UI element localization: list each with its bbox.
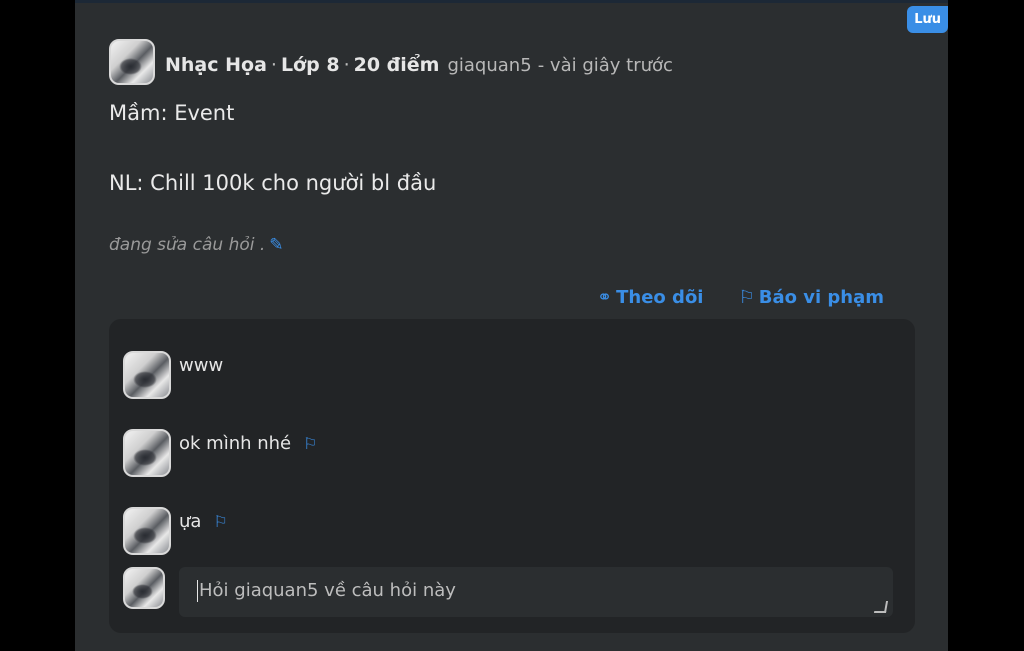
- post-time: - vài giây trước: [537, 55, 673, 76]
- commenter-avatar[interactable]: [123, 351, 171, 399]
- commenter-avatar[interactable]: [123, 507, 171, 555]
- points-label: 20 điểm: [353, 54, 440, 76]
- current-user-avatar: [123, 567, 165, 609]
- username[interactable]: giaquan5: [447, 55, 531, 76]
- comments-section: www ok mình nhé ⚐ ựa ⚐ Hỏi giaquan5 về câu…: [109, 319, 915, 633]
- comment-text: ok mình nhé: [179, 433, 292, 454]
- question-card: Lưu Nhạc Họa · Lớp 8 · 20 điểm giaquan5 - vài…: [75, 0, 948, 651]
- report-flag-icon[interactable]: ⚐: [213, 512, 227, 531]
- grade-label: Lớp 8: [280, 54, 340, 76]
- author-avatar[interactable]: [109, 39, 155, 85]
- post-line-1: Mầm: Event: [109, 101, 235, 125]
- resize-handle-icon[interactable]: [873, 601, 889, 613]
- commenter-avatar[interactable]: [123, 429, 171, 477]
- post-meta: Nhạc Họa · Lớp 8 · 20 điểm giaquan5 - vài giâ…: [165, 54, 673, 76]
- separator-dot: ·: [270, 54, 277, 76]
- follow-label: Theo dõi: [616, 287, 704, 308]
- comment-text: ựa: [179, 511, 202, 532]
- follow-icon: ⚭: [597, 287, 613, 308]
- author-name[interactable]: Nhạc Họa: [165, 54, 267, 76]
- follow-button[interactable]: ⚭ Theo dõi: [597, 287, 703, 308]
- reply-placeholder: Hỏi giaquan5 về câu hỏi này: [199, 580, 456, 601]
- report-flag-icon[interactable]: ⚐: [303, 434, 317, 453]
- editing-note: đang sửa câu hỏi .: [109, 235, 266, 255]
- post-line-2: NL: Chill 100k cho người bl đầu: [109, 171, 437, 195]
- separator-dot: ·: [343, 54, 350, 76]
- editing-status: đang sửa câu hỏi . ✎: [109, 235, 284, 255]
- post-actions: ⚭ Theo dõi ⚐ Báo vi phạm: [567, 287, 884, 308]
- comment-text: www: [179, 355, 224, 376]
- text-caret: [197, 580, 198, 602]
- flag-icon: ⚐: [738, 287, 755, 308]
- save-badge[interactable]: Lưu: [907, 6, 948, 33]
- report-label: Báo vi phạm: [758, 287, 884, 308]
- report-button[interactable]: ⚐ Báo vi phạm: [739, 287, 884, 308]
- pencil-icon: ✎: [269, 235, 284, 255]
- reply-input[interactable]: Hỏi giaquan5 về câu hỏi này: [179, 567, 893, 617]
